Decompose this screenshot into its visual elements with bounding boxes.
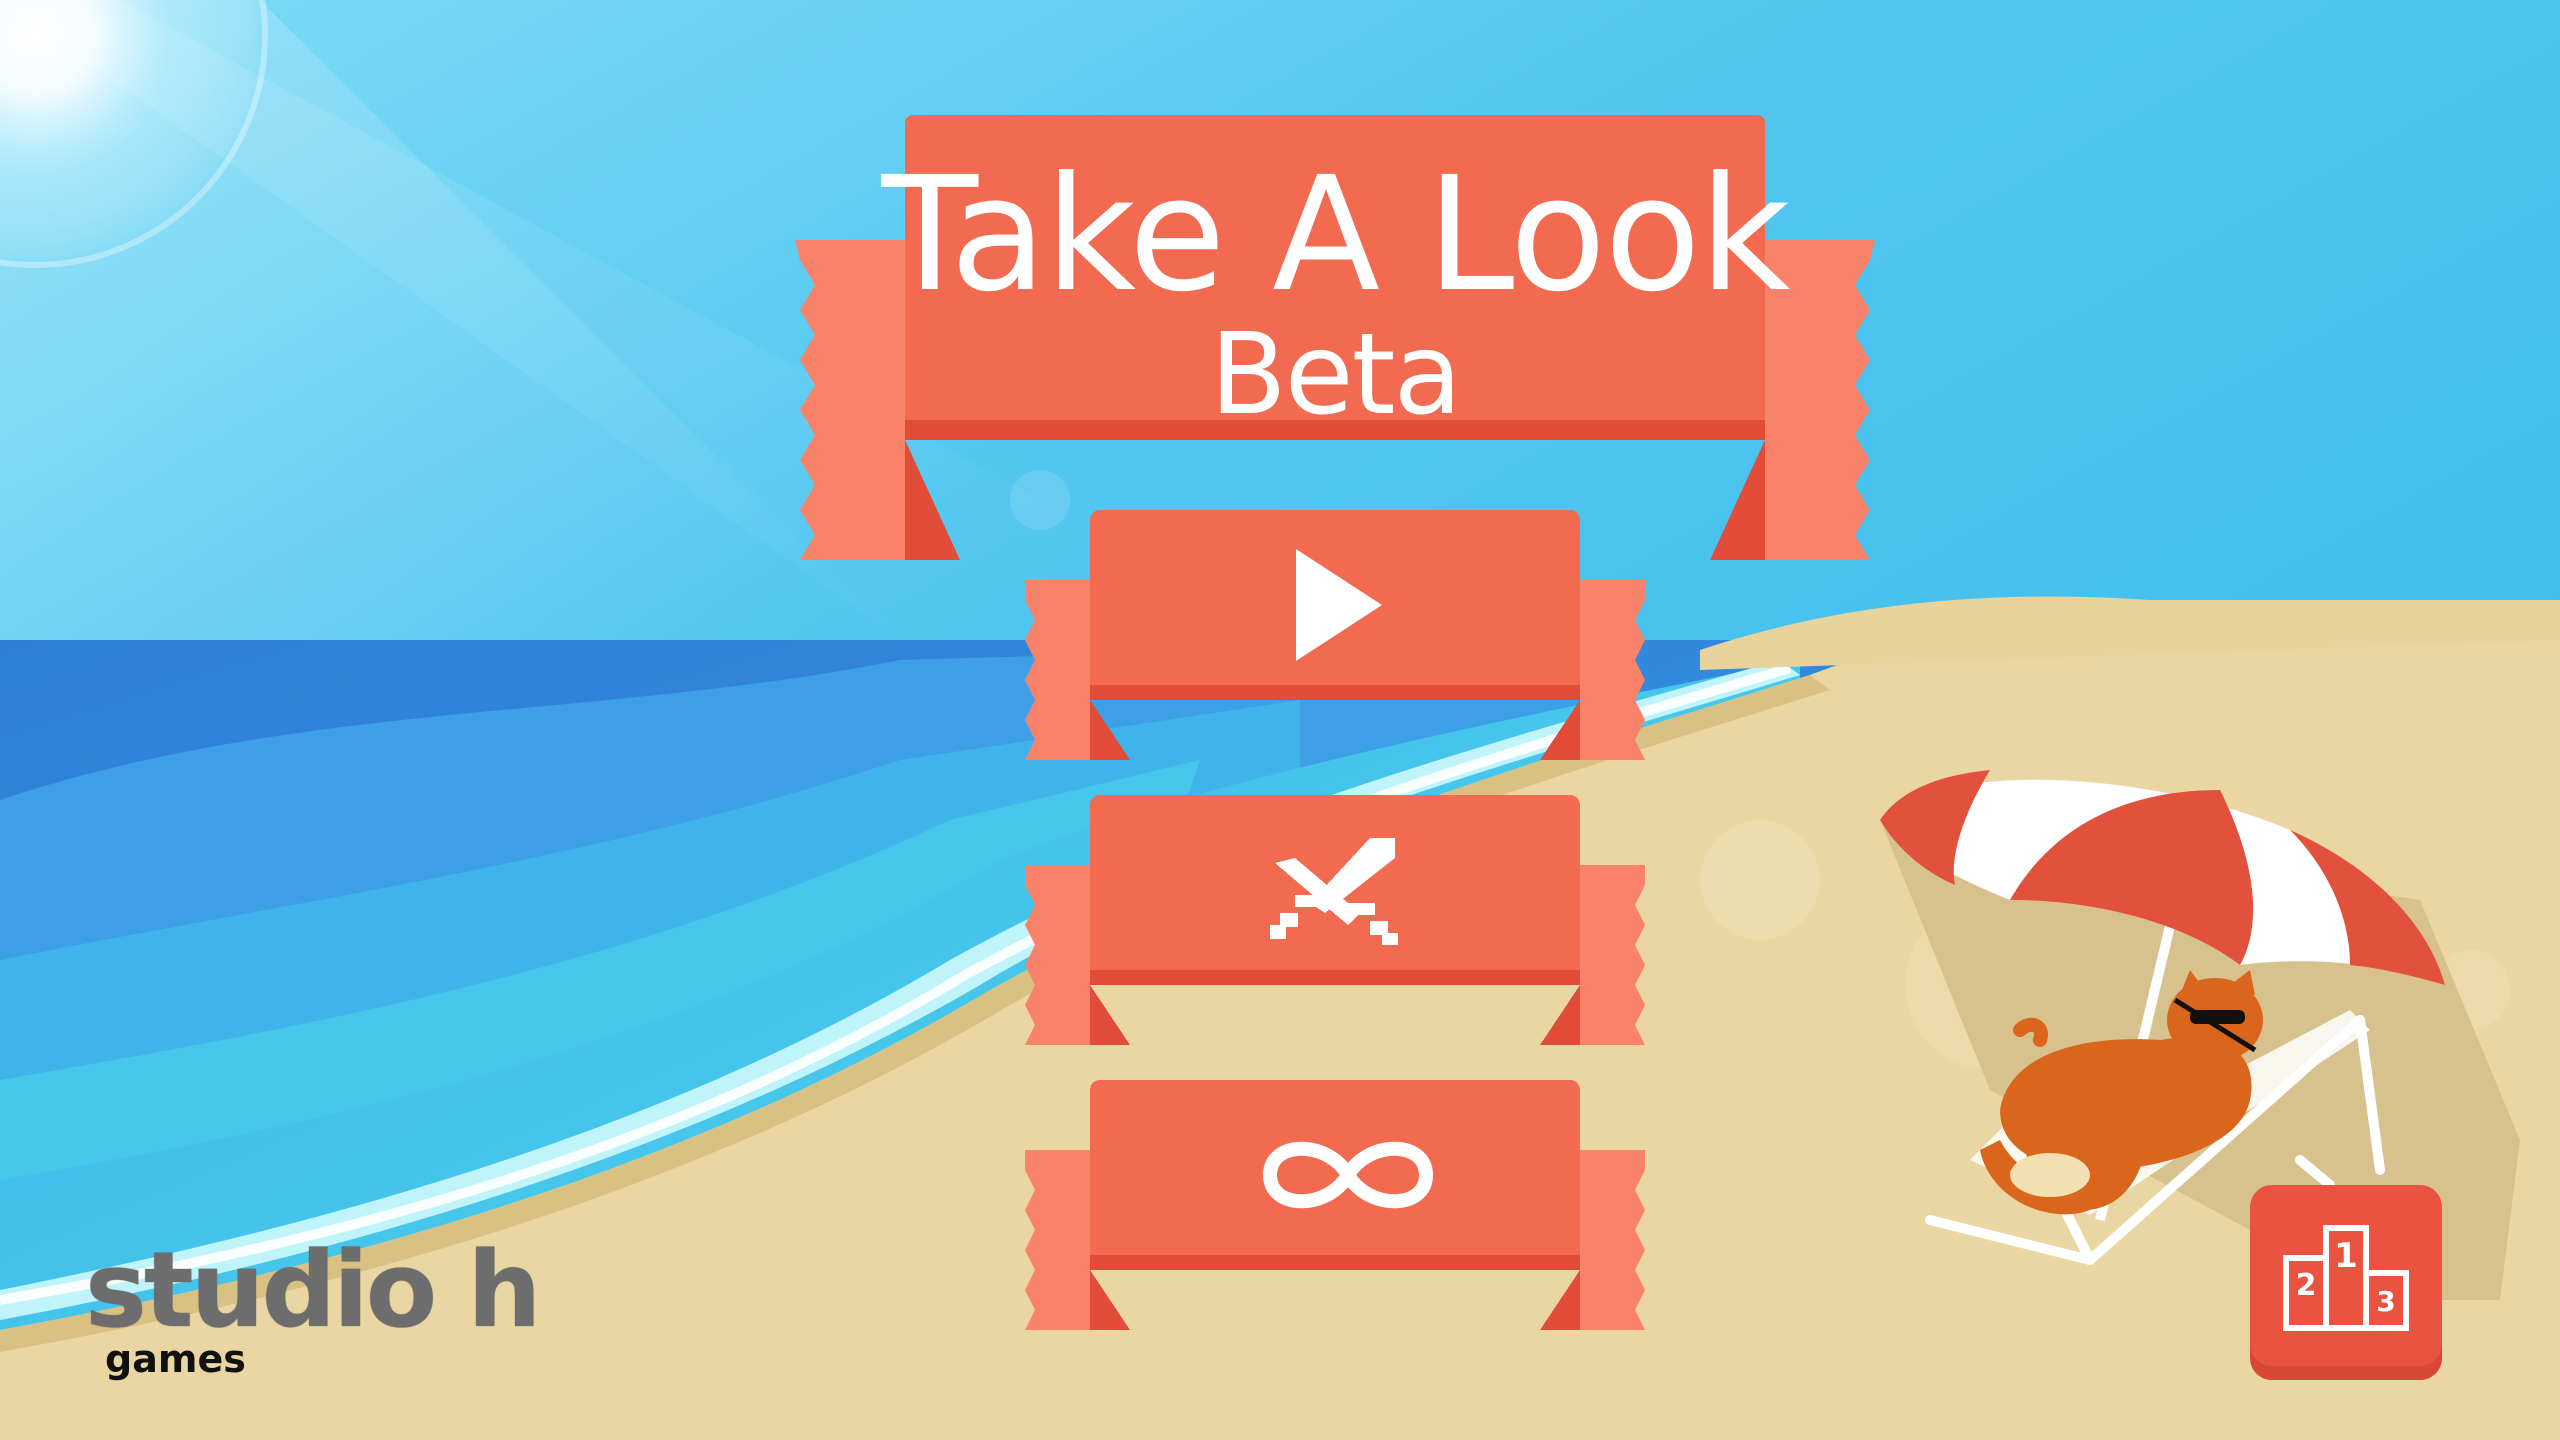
play-icon	[1296, 549, 1382, 661]
studio-logo: studio h games	[85, 1238, 565, 1378]
leaderboard-button[interactable]: 1 2 3	[2250, 1185, 2442, 1380]
infinity-icon	[1262, 1141, 1434, 1209]
crossed-swords-icon	[1270, 838, 1398, 945]
title-banner: Take A Look Beta	[795, 115, 1875, 560]
studio-subtitle: games	[105, 1337, 246, 1381]
rank-second: 2	[2296, 1268, 2317, 1303]
game-title: Take A Look	[881, 143, 1791, 327]
podium-icon: 1 2 3	[2283, 1225, 2409, 1331]
versus-button[interactable]	[1020, 795, 1650, 1045]
studio-name: studio h	[85, 1229, 541, 1351]
rank-first: 1	[2334, 1236, 2358, 1276]
play-button[interactable]	[1020, 510, 1650, 760]
game-subtitle: Beta	[1209, 310, 1462, 440]
endless-button[interactable]	[1020, 1080, 1650, 1330]
rank-third: 3	[2376, 1285, 2395, 1318]
